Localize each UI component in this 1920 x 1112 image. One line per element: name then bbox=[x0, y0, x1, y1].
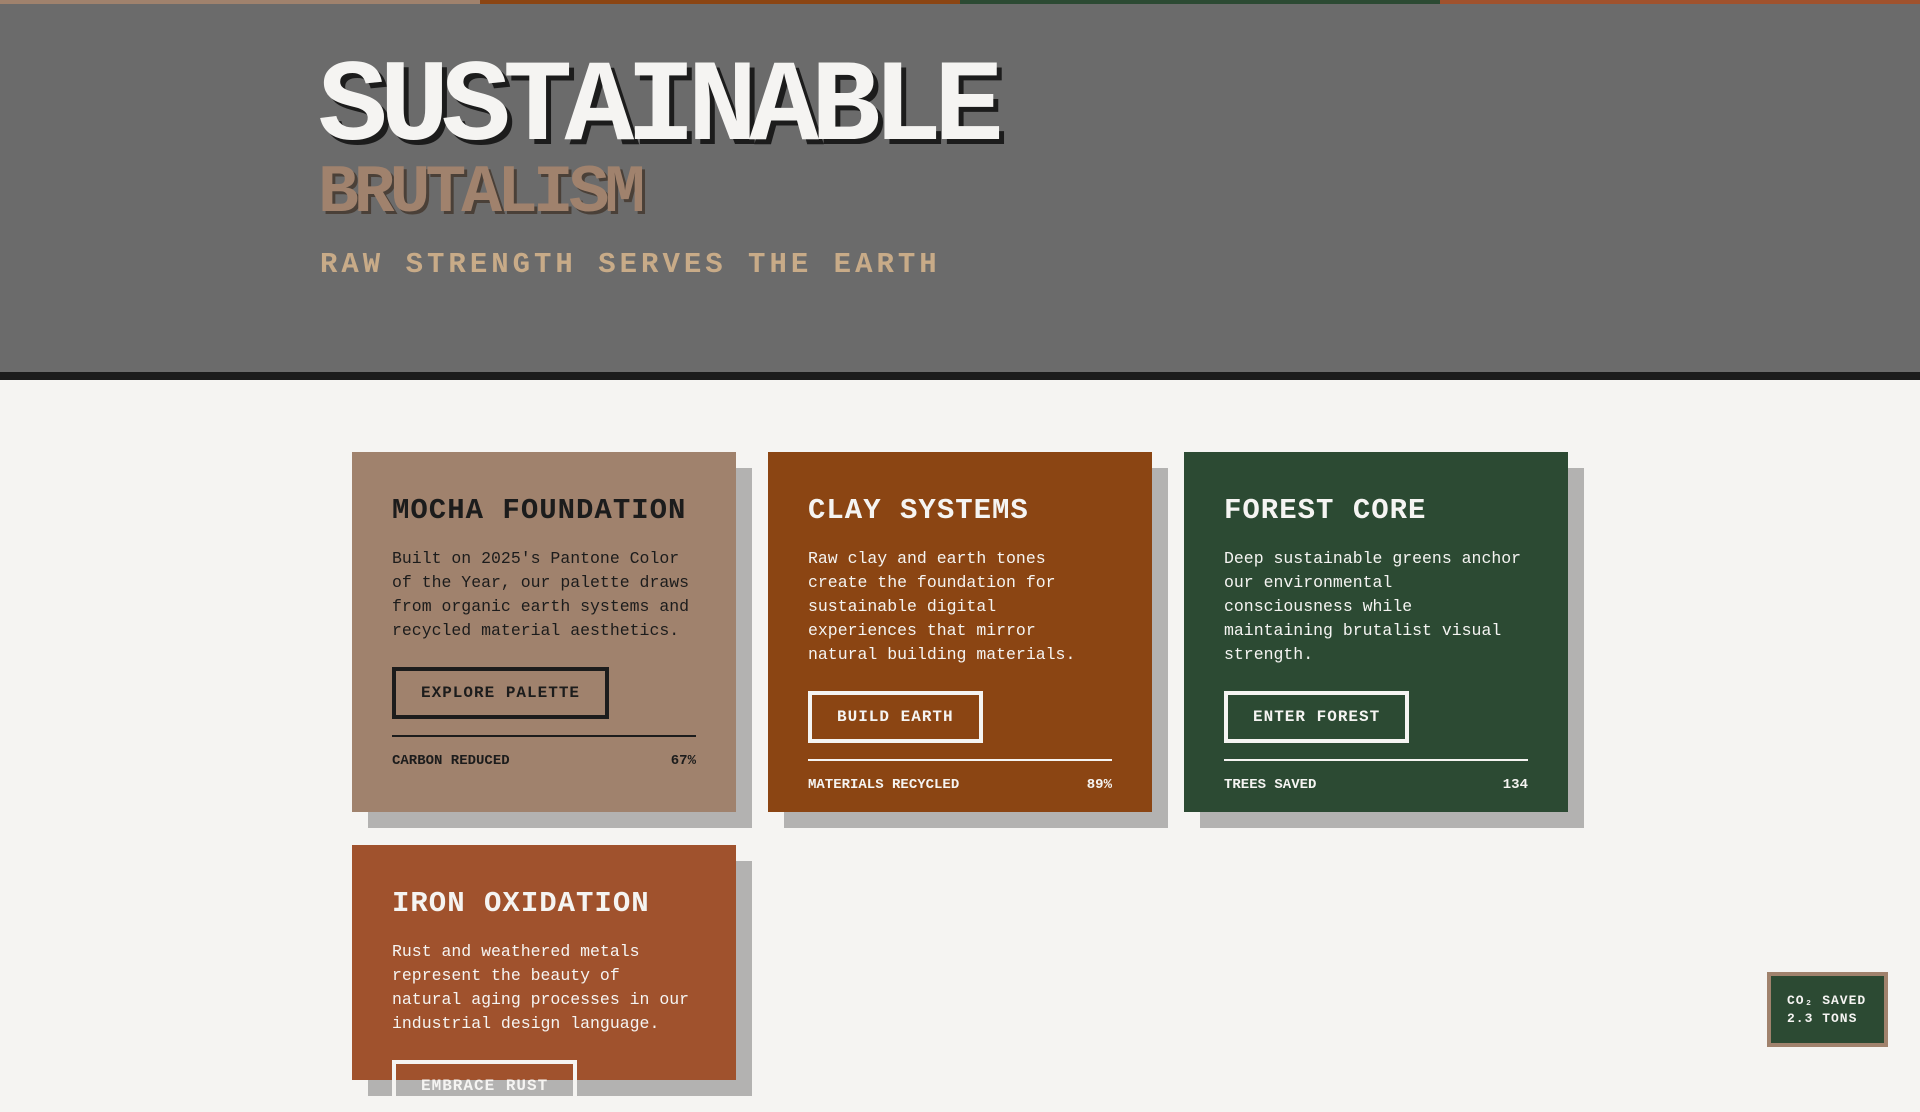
card-body: Deep sustainable greens anchor our envir… bbox=[1224, 549, 1522, 664]
embrace-rust-button[interactable]: EMBRACE RUST bbox=[392, 1060, 578, 1112]
metric-value: 67% bbox=[670, 753, 696, 769]
metric-label: CARBON REDUCED bbox=[392, 753, 510, 769]
badge-line-1: CO₂ SAVED bbox=[1787, 993, 1867, 1008]
hero-subtitle: BRUTALISM bbox=[318, 155, 645, 232]
card-title: MOCHA FOUNDATION bbox=[392, 494, 687, 527]
metric-label: MATERIALS RECYCLED bbox=[808, 777, 960, 793]
card-body: Rust and weathered metals represent the … bbox=[392, 942, 690, 1033]
card-metric: CARBON REDUCED 67% bbox=[392, 753, 696, 769]
enter-forest-button[interactable]: ENTER FOREST bbox=[1224, 691, 1410, 743]
badge-line-2: 2.3 TONS bbox=[1787, 1011, 1858, 1026]
metric-value: 134 bbox=[1502, 777, 1528, 793]
card-title: IRON OXIDATION bbox=[392, 887, 650, 920]
card-body: Raw clay and earth tones create the foun… bbox=[808, 549, 1076, 664]
co2-saved-badge: CO₂ SAVED 2.3 TONS bbox=[1767, 972, 1888, 1047]
card-title: FOREST CORE bbox=[1224, 494, 1427, 527]
build-earth-button[interactable]: BUILD EARTH bbox=[808, 691, 983, 743]
card-metric: MATERIALS RECYCLED 89% bbox=[808, 777, 1112, 793]
card-divider bbox=[392, 735, 696, 737]
card-iron-oxidation: IRON OXIDATION Rust and weathered metals… bbox=[352, 845, 736, 1112]
metric-value: 89% bbox=[1086, 777, 1112, 793]
card-body: Built on 2025's Pantone Color of the Yea… bbox=[392, 549, 690, 640]
card-metric: TREES SAVED 134 bbox=[1224, 777, 1528, 793]
hero-section: SUSTAINABLE BRUTALISM RAW STRENGTH SERVE… bbox=[0, 4, 1920, 380]
hero-title: SUSTAINABLE bbox=[318, 42, 1004, 174]
card-divider bbox=[808, 759, 1112, 761]
hero-tagline: RAW STRENGTH SERVES THE EARTH bbox=[320, 248, 941, 281]
card-clay-systems: CLAY SYSTEMS Raw clay and earth tones cr… bbox=[768, 452, 1152, 812]
metric-label: TREES SAVED bbox=[1224, 777, 1317, 793]
card-divider bbox=[1224, 759, 1528, 761]
card-title: CLAY SYSTEMS bbox=[808, 494, 1029, 527]
card-mocha-foundation: MOCHA FOUNDATION Built on 2025's Pantone… bbox=[352, 452, 736, 812]
card-forest-core: FOREST CORE Deep sustainable greens anch… bbox=[1184, 452, 1568, 812]
explore-palette-button[interactable]: EXPLORE PALETTE bbox=[392, 667, 610, 719]
